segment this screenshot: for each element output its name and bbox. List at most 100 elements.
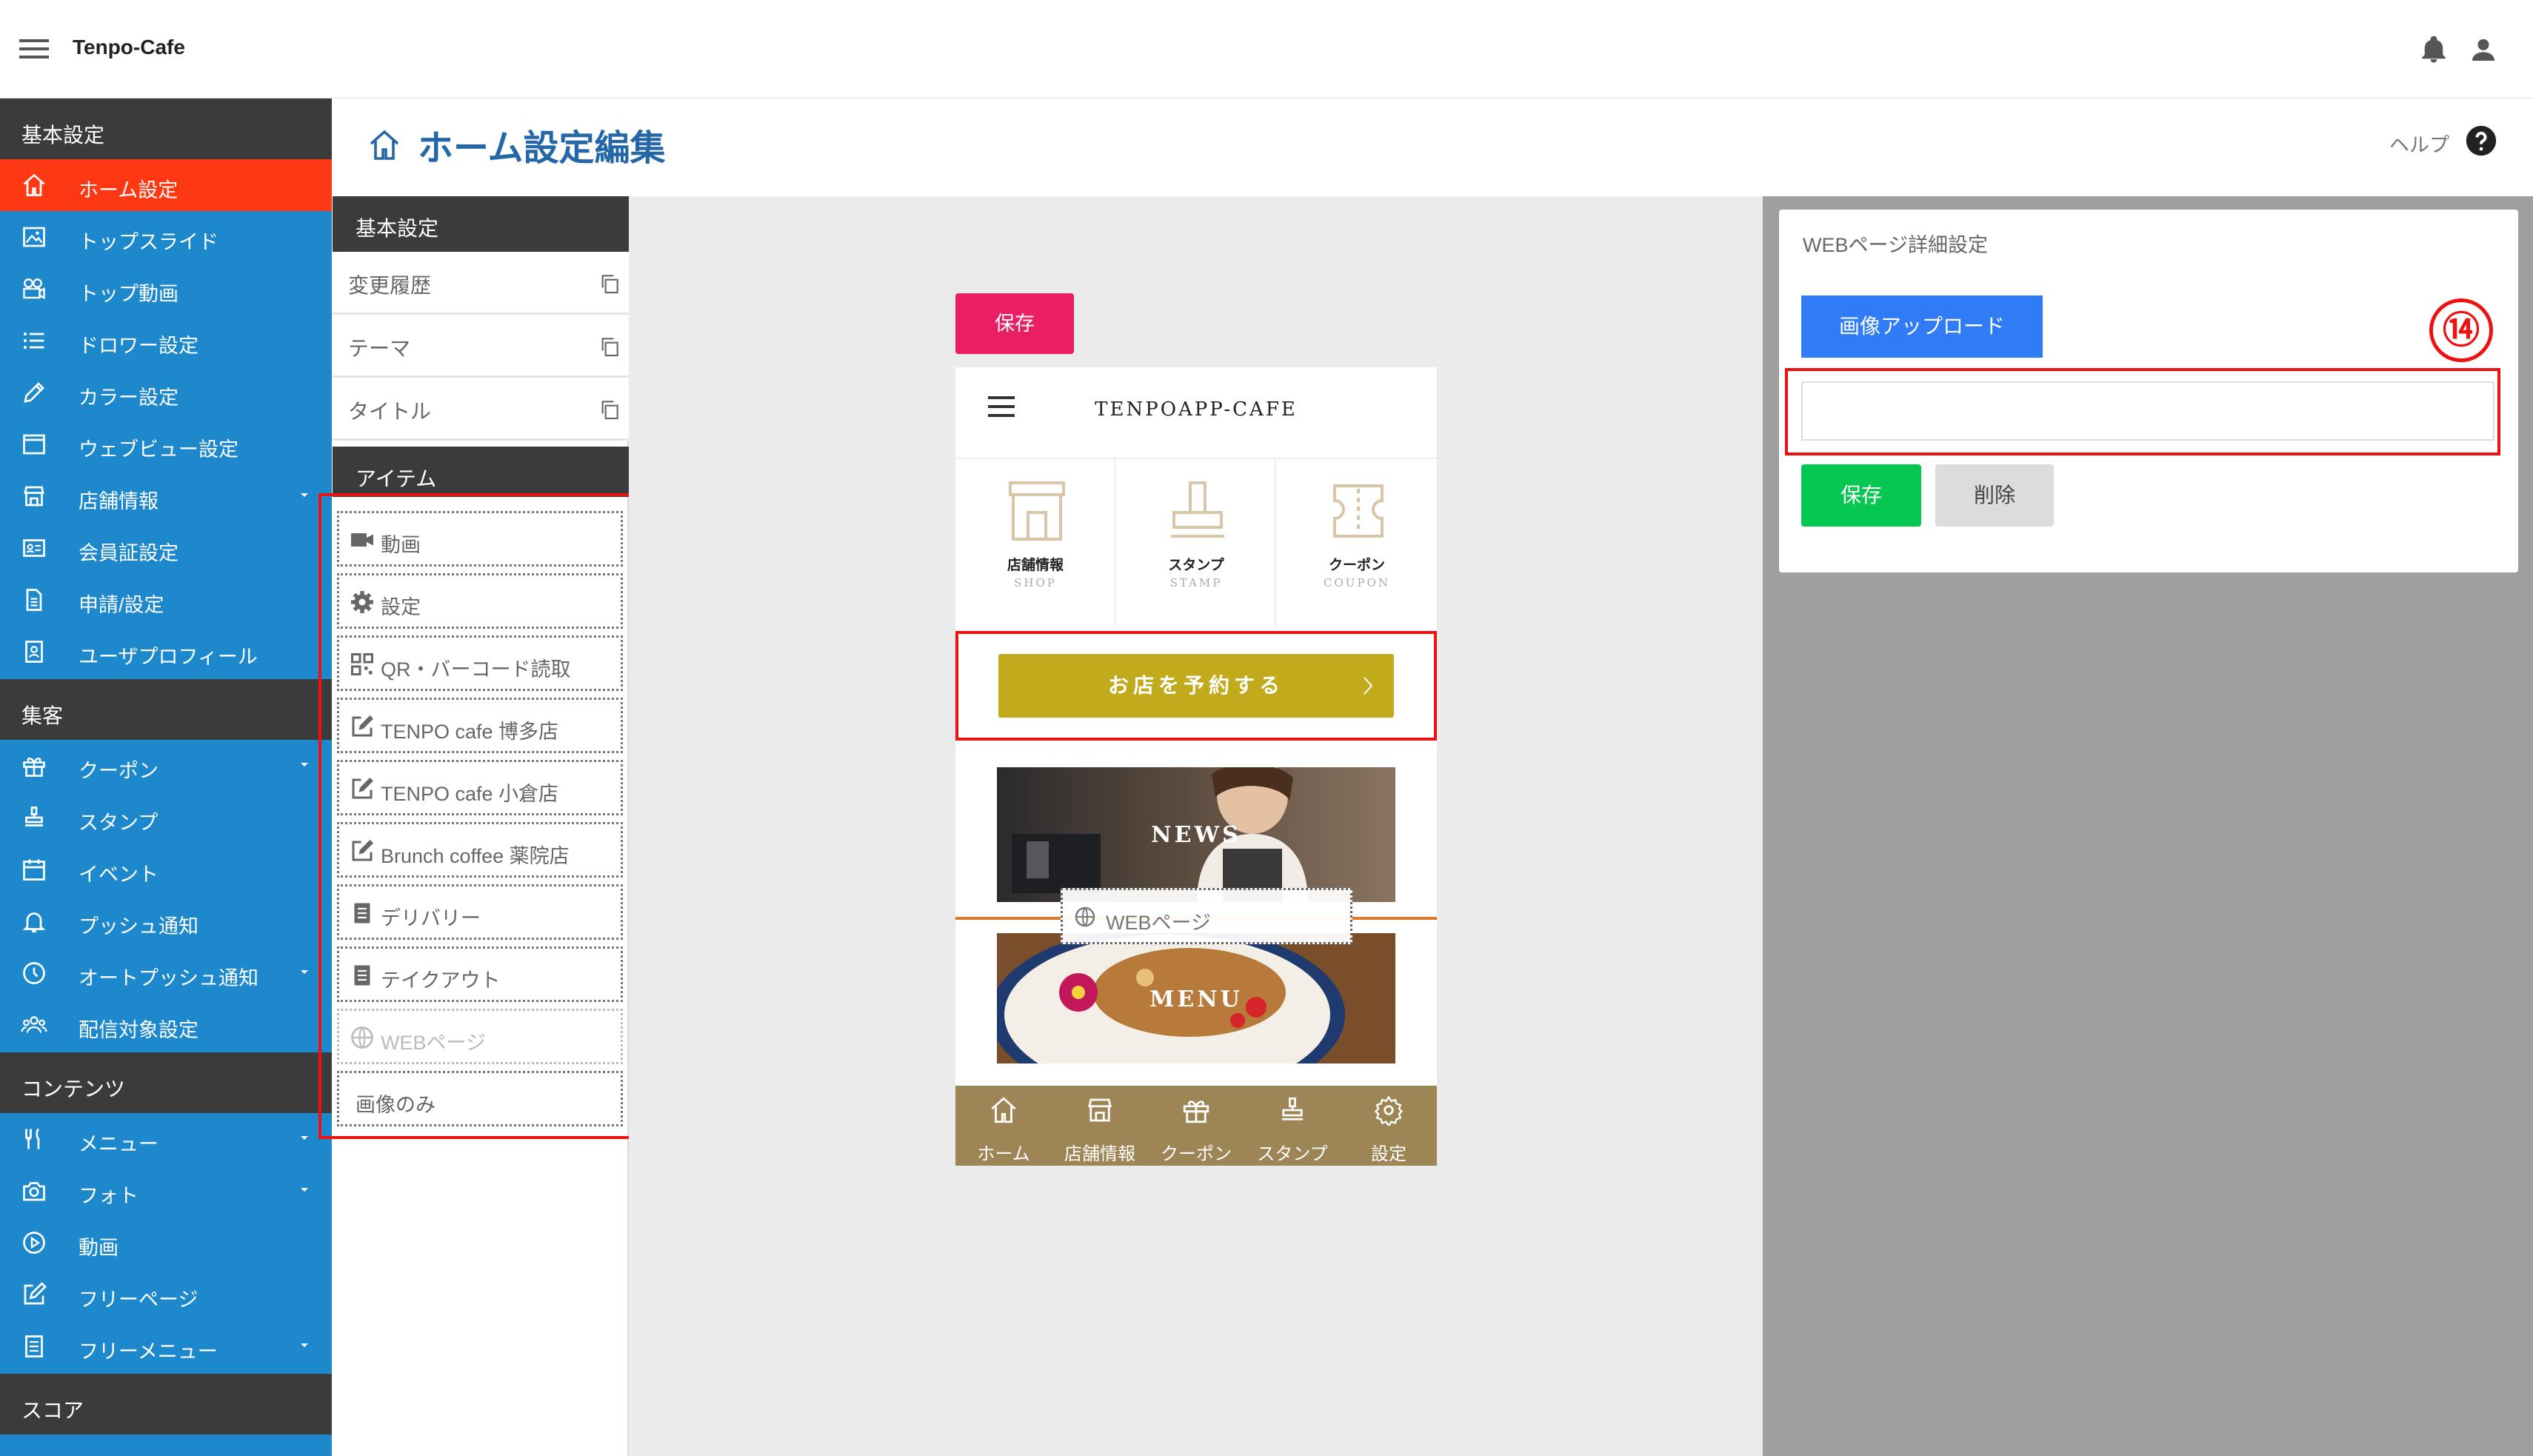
sidebar-item-video[interactable]: 動画 [0,1217,332,1269]
bell-icon [19,908,49,935]
sidebar-item-top-slide[interactable]: トップスライド [0,211,332,263]
tile-sublabel: STAMP [1169,576,1223,590]
sidebar-item-top-video[interactable]: トップ動画 [0,263,332,315]
sidebar-item-application[interactable]: 申請/設定 [0,574,332,626]
tile-stamp[interactable]: スタンプ STAMP [1116,459,1276,627]
sidebar-item-photo[interactable]: フォト [0,1165,332,1217]
tile-label: クーポン [1328,558,1385,573]
sidebar-item-label: メニュー [79,1133,158,1155]
sidebar-item-webview-settings[interactable]: ウェブビュー設定 [0,418,332,470]
top-bar: Tenpo-Cafe [0,0,2533,98]
sidebar-item-label: ドロワー設定 [79,335,198,357]
list-icon [19,327,49,354]
save-button[interactable]: 保存 [1801,464,1921,527]
tab-label: 設定 [1371,1144,1406,1164]
tab-label: クーポン [1161,1144,1232,1164]
tile-shop[interactable]: 店舗情報 SHOP [955,459,1115,627]
browser-icon [19,431,49,458]
sidebar-item-auto-push[interactable]: オートプッシュ通知 [0,947,332,999]
sidebar-item-label: フリーメニュー [79,1340,218,1363]
home-icon [366,127,403,163]
help-icon[interactable] [2465,124,2497,157]
item-hakata-store[interactable]: TENPO cafe 博多店 [337,698,623,753]
item-kokura-store[interactable]: TENPO cafe 小倉店 [337,760,623,815]
tab-stamp[interactable]: スタンプ [1244,1086,1341,1166]
panel-row-theme[interactable]: テーマ [333,315,629,378]
dragging-webpage-item[interactable]: WEBページ [1061,888,1352,944]
item-takeout[interactable]: テイクアウト [337,946,623,1002]
phone-app-title: TENPOAPP-CAFE [1095,398,1298,421]
tab-store[interactable]: 店舗情報 [1052,1086,1148,1166]
gear-icon [1373,1095,1404,1126]
tab-home[interactable]: ホーム [955,1086,1052,1166]
book-icon [348,962,376,989]
sidebar-item-user-profile[interactable]: ユーザプロフィール [0,626,332,678]
sidebar-item-target-settings[interactable]: 配信対象設定 [0,999,332,1051]
tile-coupon[interactable]: クーポン COUPON [1277,459,1437,627]
globe-icon [1073,905,1097,929]
page-title: ホーム設定編集 [418,129,666,168]
sidebar-item-coupon[interactable]: クーポン [0,740,332,792]
sidebar-item-label: イベント [79,864,158,886]
sidebar-item-label: フリーページ [79,1289,198,1311]
sidebar-item-label: ウェブビュー設定 [79,438,238,461]
panel-row-label: 変更履歴 [348,274,432,297]
panel-row-title[interactable]: タイトル [333,378,629,441]
item-qr-reader[interactable]: QR・バーコード読取 [337,635,623,691]
panel-row-history[interactable]: 変更履歴 [333,252,629,315]
tab-label: 店舗情報 [1064,1144,1135,1164]
caret-down-icon [299,491,310,498]
home-icon [19,172,49,198]
user-icon[interactable] [2469,35,2498,64]
copy-icon[interactable] [598,397,621,422]
stamp-icon [19,804,49,831]
tile-sublabel: SHOP [1014,576,1057,590]
sidebar-item-home-settings[interactable]: ホーム設定 [0,159,332,211]
item-webpage[interactable]: WEBページ [337,1009,623,1064]
copy-icon[interactable] [598,334,621,359]
app-title: Tenpo-Cafe [73,36,185,59]
item-video[interactable]: 動画 [337,511,623,567]
sidebar-item-color-settings[interactable]: カラー設定 [0,367,332,418]
image-upload-button[interactable]: 画像アップロード [1801,295,2043,358]
sidebar-item-drawer-settings[interactable]: ドロワー設定 [0,315,332,367]
menu-banner[interactable]: MENU [997,933,1395,1063]
video-icon [348,527,376,553]
copy-icon[interactable] [598,271,621,296]
bell-icon[interactable] [2418,33,2449,66]
tile-label: スタンプ [1168,558,1224,573]
item-delivery[interactable]: デリバリー [337,884,623,940]
panel-section-basic: 基本設定 [333,196,629,252]
caret-down-icon [299,761,310,768]
sidebar-section-basic: 基本設定 [0,98,332,159]
tab-settings[interactable]: 設定 [1341,1086,1437,1166]
news-banner[interactable]: NEWS [997,767,1395,902]
delete-button[interactable]: 削除 [1935,464,2054,527]
help-link[interactable]: ヘルプ [2389,129,2449,158]
sidebar-item-member-card[interactable]: 会員証設定 [0,522,332,574]
item-label: 設定 [381,596,421,618]
reserve-button[interactable]: お店を予約する [998,654,1394,718]
sidebar-item-free-page[interactable]: フリーページ [0,1269,332,1320]
menu-banner-label: MENU [1149,986,1243,1012]
tab-coupon[interactable]: クーポン [1148,1086,1244,1166]
sidebar-item-store-info[interactable]: 店舗情報 [0,470,332,522]
item-label: TENPO cafe 博多店 [381,721,559,743]
caret-down-icon [299,1134,310,1141]
sidebar-item-event[interactable]: イベント [0,844,332,895]
url-input[interactable] [1801,381,2494,441]
sidebar: 基本設定 ホーム設定 トップスライド トップ動画 ドロワー設定 カラー設定 ウェ… [0,98,332,1456]
item-image-only[interactable]: 画像のみ [337,1071,623,1126]
item-settings[interactable]: 設定 [337,573,623,629]
sidebar-item-free-menu[interactable]: フリーメニュー [0,1320,332,1372]
hamburger-menu-icon[interactable] [19,37,49,61]
item-yakuin-store[interactable]: Brunch coffee 薬院店 [337,822,623,878]
save-button[interactable]: 保存 [955,293,1074,354]
sidebar-item-menu[interactable]: メニュー [0,1113,332,1165]
globe-icon [348,1024,376,1051]
id-card-icon [19,535,49,561]
sidebar-item-push[interactable]: プッシュ通知 [0,895,332,947]
sidebar-item-stamp[interactable]: スタンプ [0,792,332,844]
sidebar-item-label: フォト [79,1185,139,1207]
store-icon [1084,1095,1115,1126]
